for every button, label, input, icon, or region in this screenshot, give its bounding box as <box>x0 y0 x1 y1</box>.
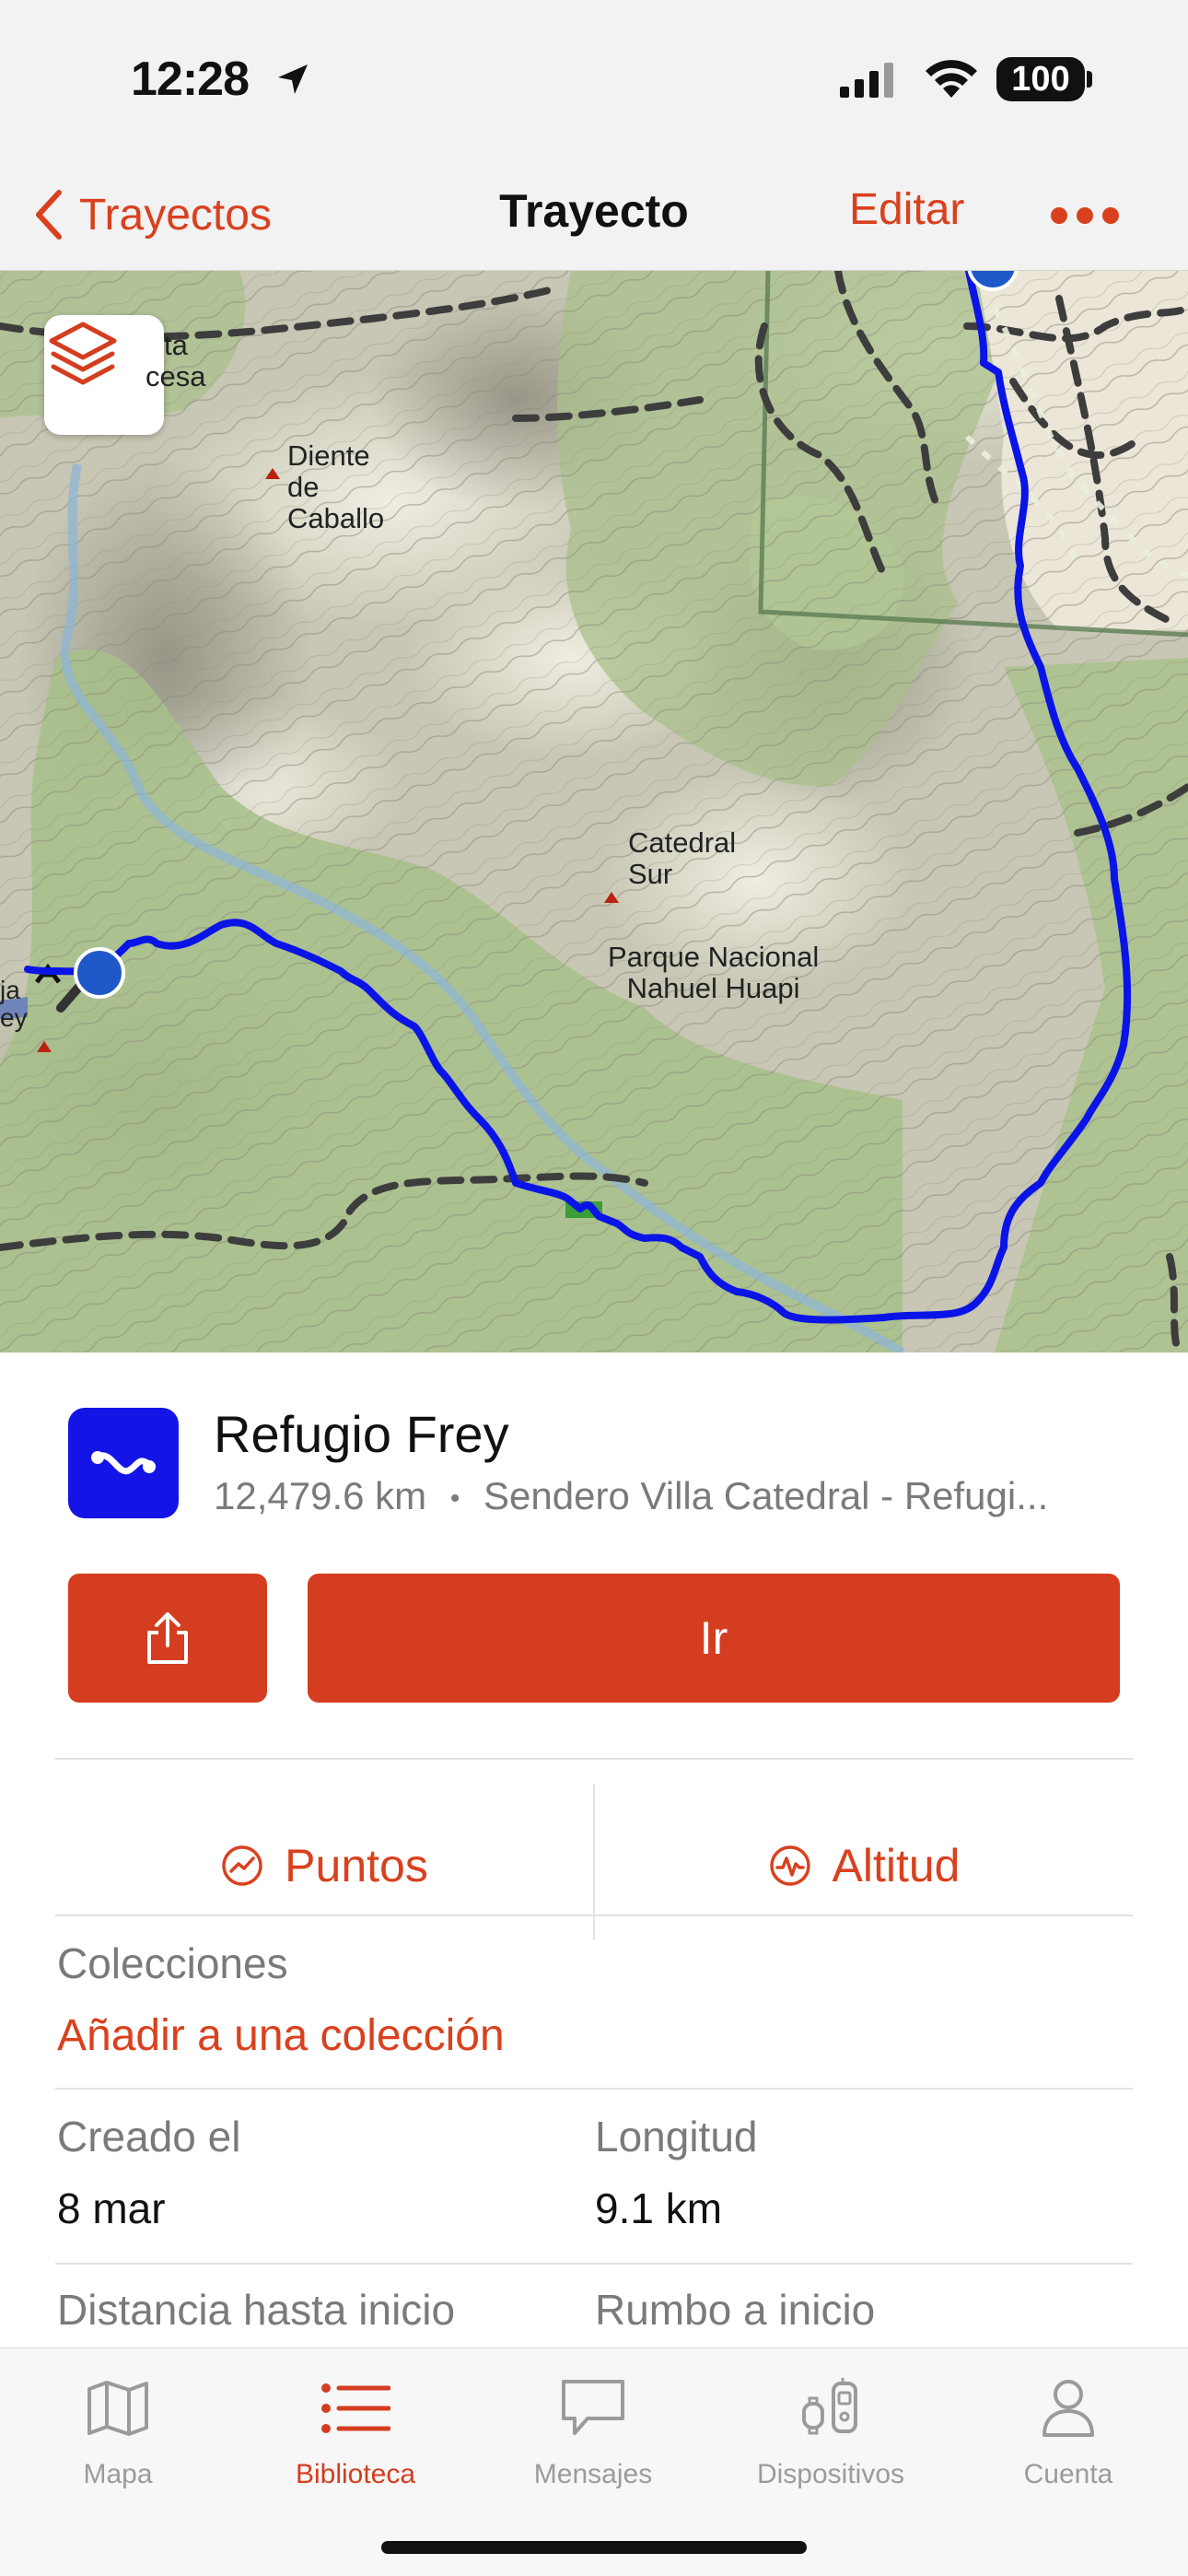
route-map[interactable]: ta cesa Diente de Caballo Catedral Sur P… <box>0 271 1188 1352</box>
route-distance: 12,479.6 km <box>214 1474 427 1517</box>
cellular-signal-icon <box>840 63 893 98</box>
more-options-icon[interactable] <box>1048 190 1122 241</box>
tab-cuenta[interactable]: Cuenta <box>967 2367 1170 2490</box>
tab-mensajes-label: Mensajes <box>533 2459 653 2489</box>
altitude-button[interactable]: Altitud <box>595 1787 1133 1944</box>
route-detail-panel: Refugio Frey 12,479.6 km • Sendero Villa… <box>0 1352 1188 2348</box>
home-indicator[interactable] <box>381 2541 807 2554</box>
points-chart-icon <box>222 1845 262 1886</box>
wifi-icon <box>926 60 977 98</box>
length-value: 9.1 km <box>595 2184 723 2232</box>
tab-mapa[interactable]: Mapa <box>17 2367 219 2490</box>
points-label: Puntos <box>285 1840 428 1891</box>
map-icon <box>87 2381 148 2436</box>
created-value: 8 mar <box>57 2184 166 2232</box>
divider <box>55 1758 1133 1760</box>
page-title: Trayecto <box>499 185 689 237</box>
map-label-parque-nacional: Parque Nacional Nahuel Huapi <box>608 941 820 1004</box>
distance-to-start-label: Distancia hasta inicio <box>57 2286 456 2334</box>
tab-biblioteca-label: Biblioteca <box>295 2459 416 2489</box>
battery-nub <box>1087 71 1092 88</box>
divider <box>55 2088 1133 2090</box>
tab-mapa-label: Mapa <box>83 2459 153 2489</box>
edit-button[interactable]: Editar <box>849 184 964 235</box>
tab-dispositivos-label: Dispositivos <box>756 2459 905 2489</box>
created-label: Creado el <box>57 2113 241 2160</box>
route-separator: • <box>449 1482 460 1514</box>
list-icon <box>321 2383 390 2433</box>
bearing-to-start-label: Rumbo a inicio <box>595 2286 876 2334</box>
route-type-icon <box>68 1408 179 1518</box>
tab-biblioteca[interactable]: Biblioteca <box>254 2367 457 2490</box>
layers-icon <box>49 322 117 385</box>
status-time: 12:28 <box>131 53 250 106</box>
points-button[interactable]: Puntos <box>55 1787 593 1944</box>
map-label-princesa: ta cesa <box>146 329 206 392</box>
altitude-icon <box>769 1845 810 1886</box>
navigation-bar: Trayectos Trayecto Editar <box>0 157 1188 271</box>
length-label: Longitud <box>595 2113 758 2160</box>
map-label-diente-de-caballo: Diente de Caballo <box>287 439 385 534</box>
route-trail-name: Sendero Villa Catedral - Refugi... <box>483 1474 1049 1517</box>
go-button[interactable]: Ir <box>308 1574 1120 1703</box>
tab-dispositivos[interactable]: Dispositivos <box>729 2367 932 2490</box>
status-bar: 12:28 100 <box>0 0 1188 157</box>
battery-indicator: 100 <box>996 57 1085 101</box>
divider <box>55 1914 1133 1916</box>
collections-label: Colecciones <box>57 1939 288 1987</box>
location-arrow-icon <box>278 64 308 94</box>
devices-icon <box>802 2378 857 2435</box>
share-button[interactable] <box>68 1574 267 1703</box>
person-icon <box>1042 2380 1094 2437</box>
share-icon <box>147 1612 188 1664</box>
route-summary: 12,479.6 km • Sendero Villa Catedral - R… <box>214 1474 1048 1518</box>
altitude-label: Altitud <box>832 1840 961 1891</box>
add-to-collection-link[interactable]: Añadir a una colección <box>57 2010 505 2061</box>
route-name: Refugio Frey <box>214 1405 509 1463</box>
tab-cuenta-label: Cuenta <box>1023 2459 1113 2489</box>
divider <box>55 2263 1133 2265</box>
map-canvas <box>0 271 1188 1352</box>
map-label-refugio-frey: ja ey <box>0 976 28 1032</box>
route-squiggle-icon <box>91 1451 156 1475</box>
map-label-catedral-sur: Catedral Sur <box>628 826 737 890</box>
tab-mensajes[interactable]: Mensajes <box>492 2367 694 2490</box>
message-icon <box>562 2380 624 2435</box>
